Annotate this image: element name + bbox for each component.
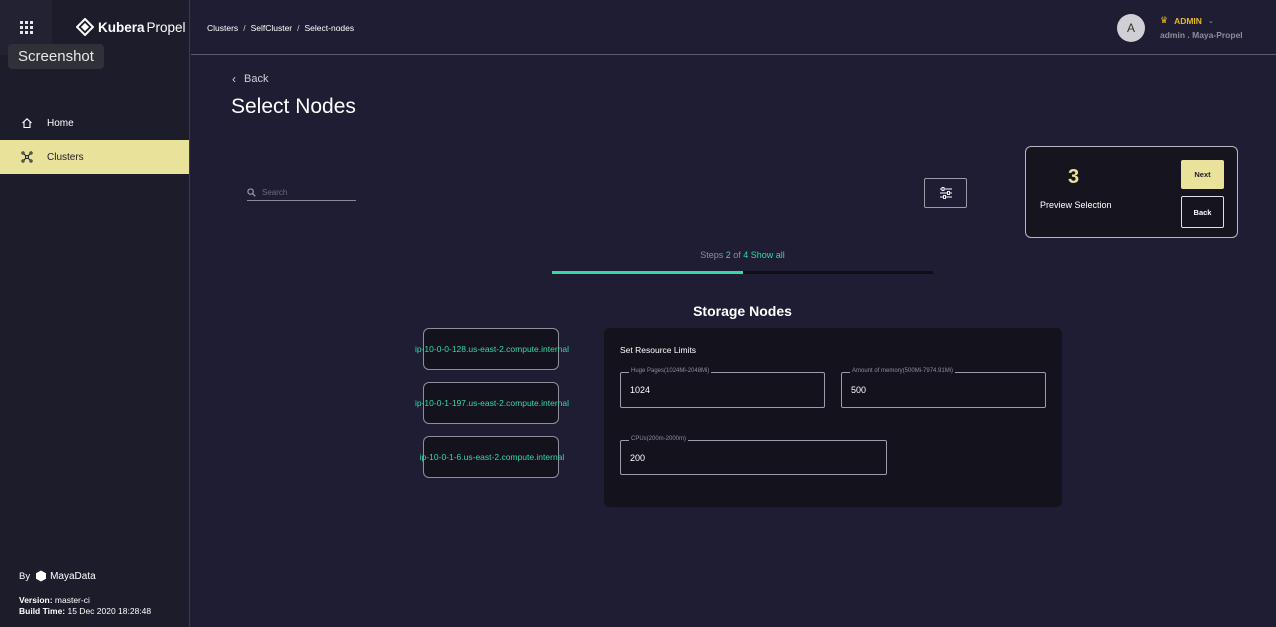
cpus-label: CPUs(200m-2000m) [629,436,689,442]
mayadata-icon [36,570,47,582]
by-label: By [19,570,31,582]
huge-pages-input[interactable] [630,385,780,395]
node-name: ip-10-0-1-197.us-east-2.compute.internal [414,398,570,408]
tooltip: Screenshot [8,44,104,69]
breadcrumb-selfcluster[interactable]: SelfCluster [251,23,293,33]
section-title: Storage Nodes [693,303,792,319]
breadcrumb-separator: / [243,23,246,33]
resource-limits-card: Set Resource Limits Huge Pages(1024Mi-20… [604,328,1062,507]
steps-progress-bar [552,271,933,274]
version-info: Version: master-ci Build Time: 15 Dec 20… [19,595,151,617]
crown-icon: ♛ [1160,15,1169,25]
build-value: 15 Dec 2020 18:28:48 [65,606,152,616]
avatar[interactable]: A [1117,14,1145,42]
sidebar-item-clusters[interactable]: Clusters [0,140,189,174]
back-link[interactable]: ‹ Back [232,72,268,86]
node-card[interactable]: ip-10-0-0-128.us-east-2.compute.internal [415,328,569,370]
sidebar-item-label: Clusters [47,151,84,163]
kubera-logo-icon [76,18,94,36]
made-by: By MayaData [19,570,96,582]
preview-selection-card: 3 Preview Selection Next Back [1025,146,1238,238]
steps-indicator: Steps 2 of 4 Show all [552,250,933,260]
memory-field[interactable]: Amount of memory(500Mi-7974.91Mi) [841,368,1046,408]
app-logo[interactable]: Kubera Propel [76,18,186,36]
breadcrumb-clusters[interactable]: Clusters [207,23,238,33]
maker-name: MayaData [50,570,96,582]
steps-progress-fill [552,271,743,274]
breadcrumb-select-nodes: Select-nodes [304,23,355,33]
next-button[interactable]: Next [1181,160,1224,189]
back-button[interactable]: Back [1181,196,1224,228]
breadcrumb-separator: / [297,23,300,33]
user-role-menu[interactable]: ♛ ADMIN ⌄ [1160,15,1214,26]
chevron-left-icon: ‹ [232,72,236,86]
steps-prefix: Steps [700,250,726,260]
cpus-input[interactable] [630,453,780,463]
logo-brand: Kubera [98,19,145,35]
search-icon [247,187,256,197]
steps-of: of [730,250,744,260]
back-link-label: Back [244,73,269,85]
node-card[interactable]: ip-10-0-1-6.us-east-2.compute.internal [420,436,564,478]
huge-pages-field[interactable]: Huge Pages(1024Mi-2048Mi) [620,368,825,408]
build-label: Build Time: [19,606,66,616]
search-box[interactable] [247,184,356,201]
node-name: ip-10-0-0-128.us-east-2.compute.internal [414,344,570,354]
resource-limits-title: Set Resource Limits [620,345,697,355]
mayadata-logo: MayaData [35,570,96,582]
show-all-link[interactable]: Show all [748,250,785,260]
sliders-icon [939,187,952,199]
user-subtitle: admin . Maya-Propel [1160,30,1243,40]
sidebar-item-label: Home [47,117,74,129]
home-icon [19,115,35,131]
preview-selection-label[interactable]: Preview Selection [1040,200,1112,210]
memory-label: Amount of memory(500Mi-7974.91Mi) [850,368,956,374]
logo-product: Propel [146,19,186,35]
cpus-field[interactable]: CPUs(200m-2000m) [620,436,887,475]
version-label: Version: [19,595,53,605]
top-header: Clusters / SelfCluster / Select-nodes A … [191,0,1276,55]
user-role: ADMIN [1174,15,1202,26]
page-title: Select Nodes [231,95,356,118]
node-card[interactable]: ip-10-0-1-197.us-east-2.compute.internal [415,382,569,424]
breadcrumb: Clusters / SelfCluster / Select-nodes [207,23,354,33]
filter-button[interactable] [924,178,967,208]
clusters-icon [19,149,35,165]
selected-count: 3 [1068,166,1080,188]
grid-icon [19,21,33,34]
huge-pages-label: Huge Pages(1024Mi-2048Mi) [629,368,712,374]
node-name: ip-10-0-1-6.us-east-2.compute.internal [419,452,565,462]
sidebar-item-home[interactable]: Home [0,106,189,140]
chevron-down-icon: ⌄ [1207,17,1214,25]
version-value: master-ci [52,595,90,605]
sidebar: Kubera Propel Screenshot Home Clusters B… [0,0,190,627]
search-input[interactable] [262,187,350,197]
memory-input[interactable] [851,385,1001,395]
